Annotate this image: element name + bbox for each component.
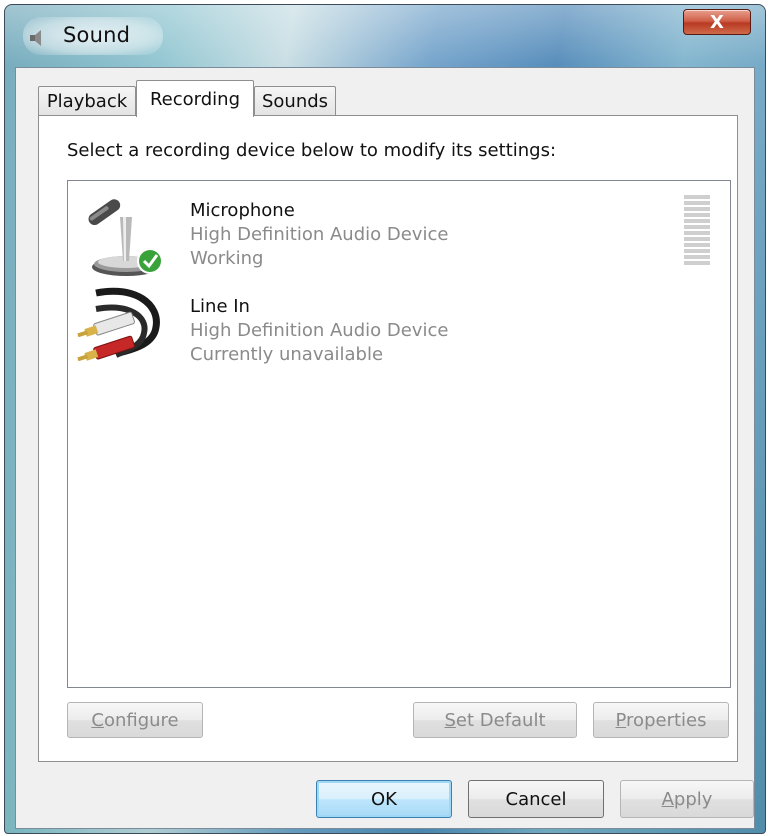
device-name: Line In	[190, 296, 250, 317]
close-button[interactable]: X	[683, 9, 751, 35]
list-item-microphone[interactable]: Microphone High Definition Audio Device …	[68, 181, 730, 277]
device-status: Currently unavailable	[190, 344, 384, 365]
configure-label: onfigure	[103, 709, 179, 731]
tab-recording[interactable]: Recording	[136, 80, 254, 117]
title-bar[interactable]: Sound X	[5, 5, 765, 69]
sound-dialog-window: Sound X Playback Recording Sounds Select…	[4, 4, 766, 834]
list-item-line-in[interactable]: Line In High Definition Audio Device Cur…	[68, 277, 730, 373]
configure-accelerator: C	[91, 709, 104, 731]
close-icon: X	[710, 11, 724, 33]
cancel-button[interactable]: Cancel	[468, 780, 604, 818]
device-driver: High Definition Audio Device	[190, 224, 449, 245]
rca-cable-icon	[76, 283, 170, 377]
properties-label: roperties	[626, 709, 707, 731]
level-meter	[684, 195, 710, 267]
tab-label: Playback	[46, 91, 128, 112]
recording-tab-panel: Select a recording device below to modif…	[38, 115, 738, 762]
set-default-accelerator: S	[444, 709, 456, 731]
device-driver: High Definition Audio Device	[190, 320, 449, 341]
tab-sounds[interactable]: Sounds	[254, 86, 336, 116]
cancel-label: Cancel	[505, 788, 567, 810]
microphone-icon	[76, 187, 170, 281]
properties-accelerator: P	[615, 709, 627, 731]
tab-playback[interactable]: Playback	[38, 86, 136, 116]
set-default-label: et Default	[455, 709, 546, 731]
device-status: Working	[190, 248, 264, 269]
apply-label: pply	[673, 788, 713, 810]
dialog-client-area: Playback Recording Sounds Select a recor…	[15, 67, 755, 829]
apply-accelerator: A	[661, 788, 674, 810]
apply-button[interactable]: Apply	[620, 780, 754, 818]
recording-device-list[interactable]: Microphone High Definition Audio Device …	[67, 180, 731, 688]
configure-button[interactable]: Configure	[67, 702, 203, 738]
tab-label: Recording	[149, 88, 241, 110]
tab-label: Sounds	[261, 91, 329, 112]
set-default-button[interactable]: Set Default	[413, 702, 577, 738]
ok-button[interactable]: OK	[316, 780, 452, 818]
window-title: Sound	[63, 23, 131, 47]
device-name: Microphone	[190, 200, 295, 221]
instruction-text: Select a recording device below to modif…	[67, 140, 557, 161]
speaker-icon[interactable]	[27, 27, 49, 49]
properties-button[interactable]: Properties	[593, 702, 729, 738]
ok-label: OK	[371, 788, 397, 810]
